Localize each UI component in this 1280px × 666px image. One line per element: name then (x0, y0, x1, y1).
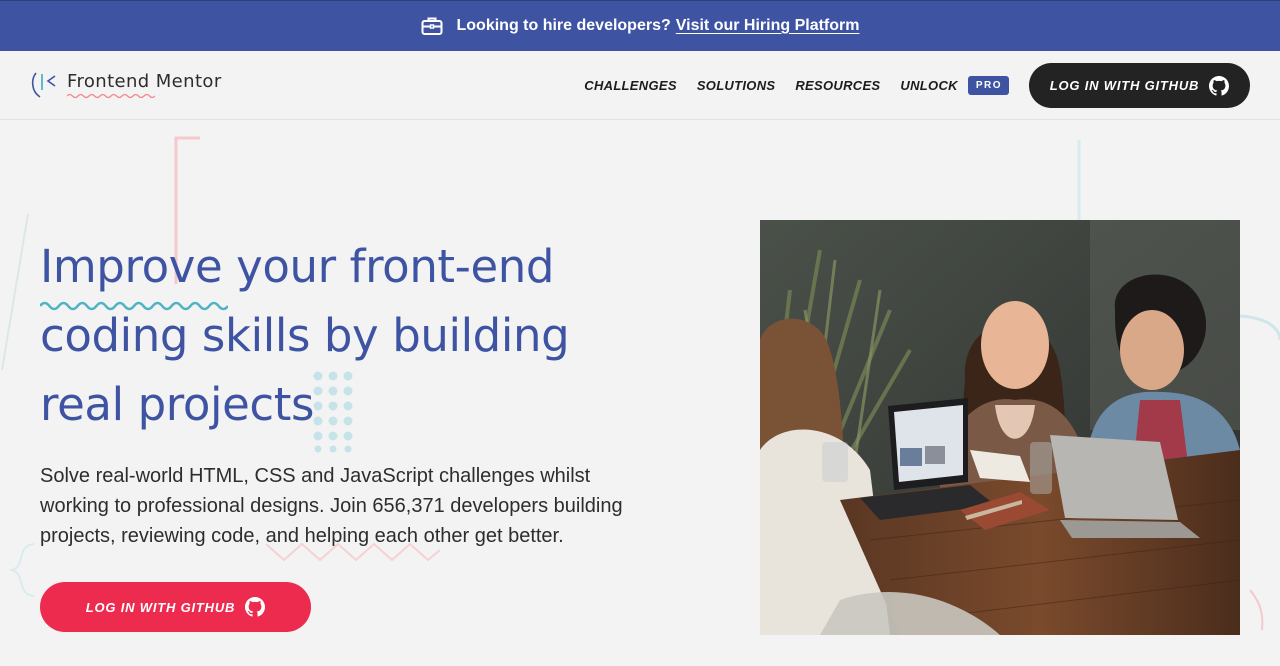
decorative-line-right (1077, 140, 1081, 220)
pro-badge[interactable]: PRO (967, 75, 1009, 95)
nav-challenges[interactable]: CHALLENGES (584, 78, 677, 93)
site-header: Frontend Mentor CHALLENGES SOLUTIONS RES… (0, 51, 1280, 120)
logo-text: Frontend Mentor (67, 71, 222, 92)
hero-title-highlight: Improve (40, 240, 223, 293)
github-icon (245, 597, 266, 617)
decorative-circle-right (1240, 314, 1280, 631)
hero-login-label: LOG IN WITH GITHUB (85, 599, 236, 615)
hiring-platform-link[interactable]: Visit our Hiring Platform (676, 17, 860, 35)
hero-title-line-1: Improve your front-end (40, 232, 660, 301)
main-nav: CHALLENGES SOLUTIONS RESOURCES UNLOCK PR… (564, 51, 1009, 119)
briefcase-icon (421, 17, 442, 35)
nav-unlock[interactable]: UNLOCK (900, 78, 957, 93)
hero-subtitle: Solve real-world HTML, CSS and JavaScrip… (40, 465, 623, 547)
banner-text: Looking to hire developers? (456, 16, 671, 34)
hero-title-line-3: real projects (40, 378, 315, 431)
hero-photo-illustration (760, 220, 1240, 635)
hero-photo (760, 220, 1240, 635)
github-icon (1209, 75, 1230, 96)
nav-resources[interactable]: RESOURCES (795, 78, 880, 93)
hero-title: Improve your front-end coding skills by … (40, 232, 660, 439)
hero-title-line-1-rest: your front-end (222, 240, 555, 293)
logo-mark-icon (31, 72, 56, 98)
hiring-banner: Looking to hire developers? Visit our Hi… (0, 0, 1280, 51)
logo[interactable]: Frontend Mentor (30, 69, 230, 101)
header-login-label: LOG IN WITH GITHUB (1049, 78, 1200, 93)
decorative-slash-left (1, 213, 29, 371)
hero-login-github-button[interactable]: LOG IN WITH GITHUB (40, 582, 311, 632)
header-login-github-button[interactable]: LOG IN WITH GITHUB (1029, 63, 1250, 108)
nav-solutions[interactable]: SOLUTIONS (697, 78, 776, 93)
title-underline-wave (40, 301, 228, 311)
logo-underline-wave (67, 93, 155, 99)
